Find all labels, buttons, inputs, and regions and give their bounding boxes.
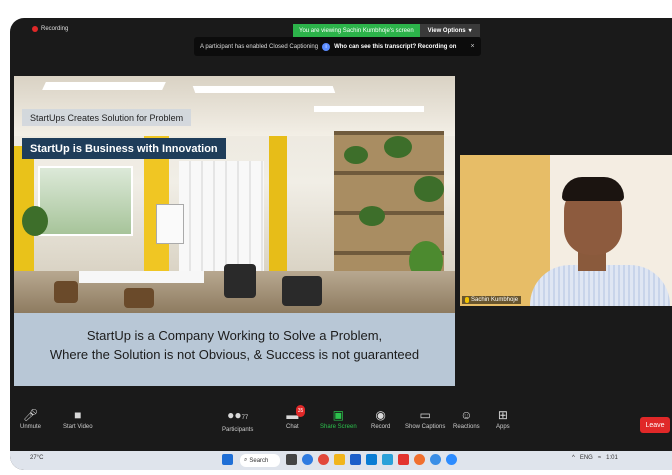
- recording-dot-icon: [32, 26, 38, 32]
- sharing-status: You are viewing Sachin Kumbhoje's screen: [293, 24, 420, 37]
- clock[interactable]: 1:01: [606, 455, 618, 461]
- app-icon[interactable]: [366, 454, 377, 465]
- start-video-label: Start Video: [63, 424, 93, 430]
- system-tray: ^ ENG ≈ 1:01: [572, 455, 618, 461]
- reactions-label: Reactions: [453, 424, 480, 430]
- recording-indicator[interactable]: Recording: [32, 26, 68, 32]
- reactions-button[interactable]: ☺ Reactions: [453, 409, 480, 430]
- chat-badge: 35: [295, 405, 306, 417]
- apps-icon: ⊞: [497, 408, 508, 422]
- slide-body-line: StartUp is a Company Working to Solve a …: [86, 328, 383, 343]
- meeting-toolbar: 🎤︎ Unmute ■ Start Video ●●77 Participant…: [10, 403, 672, 451]
- office-photo: StartUps Creates Solution for Problem St…: [14, 76, 455, 313]
- recording-label: Recording: [41, 26, 69, 32]
- folder-icon[interactable]: [334, 454, 345, 465]
- record-label: Record: [371, 424, 391, 430]
- info-icon: i: [322, 42, 331, 51]
- shared-slide: StartUps Creates Solution for Problem St…: [14, 76, 455, 386]
- app-icon[interactable]: [446, 454, 457, 465]
- record-icon: ◉: [375, 408, 386, 422]
- leave-button[interactable]: Leave: [640, 417, 670, 433]
- unmute-label: Unmute: [20, 424, 42, 430]
- screenshot-frame: Recording You are viewing Sachin Kumbhoj…: [0, 0, 672, 475]
- zoom-meeting-window: Recording You are viewing Sachin Kumbhoj…: [10, 18, 672, 470]
- participants-count: 77: [241, 415, 249, 421]
- apps-label: Apps: [496, 424, 510, 430]
- slide-subtitle: StartUps Creates Solution for Problem: [22, 109, 192, 126]
- app-icon[interactable]: [398, 454, 409, 465]
- weather-widget[interactable]: 27°C: [30, 455, 43, 461]
- search-icon: ⌕: [244, 457, 248, 463]
- view-options-label: View Options: [427, 27, 466, 34]
- chat-icon: ▬ 35: [286, 405, 306, 421]
- mic-muted-icon: 🎤︎: [22, 408, 39, 422]
- chevron-down-icon: ▾: [468, 28, 472, 34]
- participant-name-tag: Sachin Kumbhoje: [462, 296, 522, 304]
- app-icon[interactable]: [382, 454, 393, 465]
- closed-caption-notice: A participant has enabled Closed Caption…: [194, 37, 481, 56]
- slide-body: StartUp is a Company Working to Solve a …: [14, 326, 455, 364]
- app-icon[interactable]: [350, 454, 361, 465]
- people-icon: ●●77: [227, 408, 249, 422]
- show-captions-button[interactable]: ▭ Show Captions: [405, 409, 445, 430]
- task-view-icon[interactable]: [286, 454, 297, 465]
- apps-button[interactable]: ⊞ Apps: [496, 409, 510, 430]
- participant-video[interactable]: Sachin Kumbhoje: [460, 155, 672, 306]
- share-screen-button[interactable]: ▣ Share Screen: [320, 409, 357, 430]
- participants-label: Participants: [222, 427, 254, 433]
- search-label: Search: [249, 457, 269, 464]
- cc-notice-message: A participant has enabled Closed Caption…: [200, 43, 319, 50]
- record-button[interactable]: ◉ Record: [371, 409, 390, 430]
- slide-body-line: Where the Solution is not Obvious, & Suc…: [49, 347, 420, 362]
- start-video-button[interactable]: ■ Start Video: [63, 409, 93, 430]
- language-indicator[interactable]: ENG: [580, 455, 593, 461]
- video-off-icon: ■: [74, 408, 82, 422]
- slide-title: StartUp is Business with Innovation: [22, 138, 226, 159]
- app-icon[interactable]: [414, 454, 425, 465]
- view-options-button[interactable]: View Options ▾: [419, 24, 480, 37]
- reaction-icon: ☺: [460, 408, 473, 422]
- chevron-up-icon[interactable]: ^: [572, 455, 575, 461]
- participants-button[interactable]: ●●77 Participants: [222, 409, 253, 433]
- transcript-visibility-link[interactable]: Who can see this transcript? Recording o…: [334, 44, 456, 50]
- close-icon[interactable]: ×: [470, 43, 474, 50]
- show-captions-label: Show Captions: [405, 424, 446, 430]
- share-screen-icon: ▣: [332, 408, 345, 422]
- start-icon[interactable]: [222, 454, 233, 465]
- taskbar-search[interactable]: ⌕ Search: [240, 454, 280, 467]
- chat-button[interactable]: ▬ 35 Chat: [286, 405, 306, 430]
- mic-icon: [465, 297, 469, 303]
- app-icon[interactable]: [302, 454, 313, 465]
- app-icon[interactable]: [318, 454, 329, 465]
- unmute-button[interactable]: 🎤︎ Unmute: [20, 409, 41, 430]
- zoom-app-icon[interactable]: [430, 454, 441, 465]
- participant-name: Sachin Kumbhoje: [471, 297, 519, 303]
- cc-icon: ▭: [419, 408, 431, 422]
- wifi-icon[interactable]: ≈: [598, 455, 601, 461]
- windows-taskbar: 27°C ⌕ Search ^ ENG ≈ 1:01: [10, 451, 672, 470]
- share-screen-label: Share Screen: [320, 424, 357, 430]
- chat-label: Chat: [286, 424, 299, 430]
- screen-share-banner: You are viewing Sachin Kumbhoje's screen…: [293, 24, 480, 37]
